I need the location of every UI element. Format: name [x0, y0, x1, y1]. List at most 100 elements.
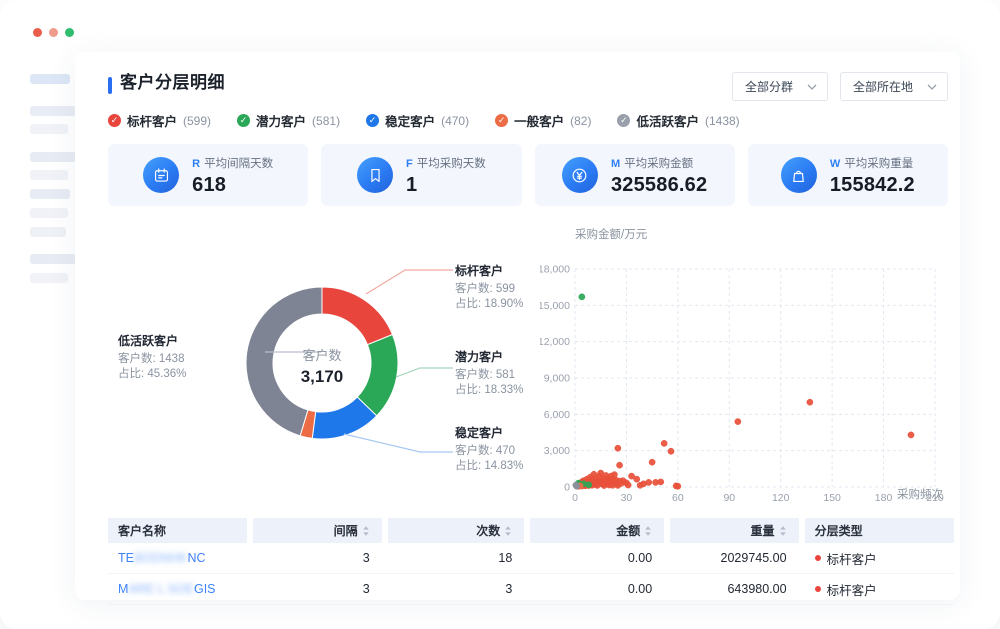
dashboard-panel: 客户分层明细 全部分群 全部所在地 ✓标杆客户(599)✓潜力客户(581)✓稳…	[75, 52, 960, 600]
table-row: TEBODNHKNC3180.002029745.00标杆客户	[108, 543, 954, 574]
scatter-point-标杆客户[interactable]	[661, 440, 667, 446]
maximize-window-icon[interactable]	[65, 28, 74, 37]
x-tick-label: 60	[672, 492, 684, 504]
scatter-point-标杆客户[interactable]	[668, 448, 674, 454]
kpi-label-row: F平均采购天数	[406, 154, 486, 172]
column-header-金额[interactable]: 金额	[530, 518, 664, 543]
minimize-window-icon[interactable]	[49, 28, 58, 37]
kpi-card-1[interactable]: F平均采购天数1	[321, 144, 521, 206]
sidebar-skeleton-item[interactable]	[30, 152, 76, 162]
callout-count: 客户数: 1438	[118, 352, 238, 367]
sort-icon[interactable]	[504, 525, 512, 537]
scatter-point-低活跃客户[interactable]	[573, 482, 579, 488]
sidebar-skeleton-item[interactable]	[30, 74, 70, 84]
scatter-point-标杆客户[interactable]	[616, 462, 622, 468]
sidebar-skeleton-item[interactable]	[30, 227, 66, 237]
name-suffix: NC	[187, 551, 205, 565]
scatter-point-标杆客户[interactable]	[611, 472, 617, 478]
scatter-point-标杆客户[interactable]	[649, 459, 655, 465]
column-header-label: 次数	[476, 522, 500, 539]
cell-重量: 2029745.00	[670, 543, 798, 573]
kpi-card-0[interactable]: R平均间隔天数618	[108, 144, 308, 206]
scatter-point-标杆客户[interactable]	[625, 482, 631, 488]
column-header-间隔[interactable]: 间隔	[253, 518, 381, 543]
legend-item-4[interactable]: ✓低活跃客户(1438)	[617, 111, 739, 130]
scatter-chart[interactable]: 030609012015018021003,0006,0009,00012,00…	[540, 242, 960, 512]
x-tick-label: 90	[723, 492, 735, 504]
x-tick-label: 30	[621, 492, 633, 504]
sidebar-skeleton-item[interactable]	[30, 189, 70, 199]
kpi-card-3[interactable]: W平均采购重量155842.2	[748, 144, 948, 206]
y-tick-label: 12,000	[540, 336, 570, 348]
kpi-cards: R平均间隔天数618 F平均采购天数1 M平均采购金额325586.62 W平均采购重…	[108, 144, 948, 206]
scatter-point-潜力客户[interactable]	[586, 482, 592, 488]
legend-item-2[interactable]: ✓稳定客户(470)	[366, 111, 469, 130]
segment-dot-icon	[815, 586, 821, 592]
kpi-text: M平均采购金额325586.62	[611, 154, 707, 197]
scatter-point-标杆客户[interactable]	[735, 419, 741, 425]
x-tick-label: 180	[875, 492, 893, 504]
cell-分层类型: 标杆客户	[805, 574, 954, 604]
kpi-value: 155842.2	[830, 174, 915, 197]
cell-次数: 18	[388, 543, 525, 573]
legend-count: (581)	[312, 114, 340, 128]
donut-callout-低活跃客户: 低活跃客户客户数: 1438占比: 45.36%	[118, 332, 238, 382]
legend-label: 潜力客户	[256, 111, 306, 130]
customer-name-link[interactable]: MARE L SOEGIS	[118, 582, 216, 596]
bookmark-icon	[357, 157, 393, 193]
scatter-point-标杆客户[interactable]	[640, 481, 646, 487]
kpi-text: F平均采购天数1	[406, 154, 486, 197]
legend-count: (1438)	[705, 114, 740, 128]
group-filter-label: 全部分群	[745, 78, 793, 95]
sidebar-skeleton-item[interactable]	[30, 106, 76, 116]
kpi-value: 325586.62	[611, 174, 707, 197]
kpi-text: R平均间隔天数618	[192, 154, 273, 197]
customer-name-link[interactable]: TEBODNHKNC	[118, 551, 206, 565]
y-tick-label: 9,000	[544, 373, 570, 385]
sort-icon[interactable]	[644, 525, 652, 537]
legend-item-3[interactable]: ✓一般客户(82)	[495, 111, 591, 130]
sort-icon[interactable]	[362, 525, 370, 537]
name-prefix: M	[118, 582, 128, 596]
scatter-point-潜力客户[interactable]	[579, 294, 585, 300]
scatter-point-标杆客户[interactable]	[615, 445, 621, 451]
legend-item-1[interactable]: ✓ 潜力客户 (581)	[237, 111, 340, 130]
column-header-分层类型: 分层类型	[805, 518, 954, 543]
column-header-次数[interactable]: 次数	[388, 518, 525, 543]
column-header-客户名称: 客户名称	[108, 518, 247, 543]
kpi-prefix: W	[830, 158, 840, 170]
x-tick-label: 0	[572, 492, 578, 504]
check-circle-icon: ✓	[237, 114, 250, 127]
sort-icon[interactable]	[779, 525, 787, 537]
column-header-重量[interactable]: 重量	[670, 518, 798, 543]
location-filter-dropdown[interactable]: 全部所在地	[840, 72, 948, 101]
scatter-point-标杆客户[interactable]	[658, 479, 664, 485]
kpi-card-2[interactable]: M平均采购金额325586.62	[535, 144, 735, 206]
donut-slice-标杆客户[interactable]	[322, 287, 392, 345]
sidebar-skeleton-item[interactable]	[30, 273, 68, 283]
legend-item-0[interactable]: ✓标杆客户(599)	[108, 111, 211, 130]
group-filter-dropdown[interactable]: 全部分群	[732, 72, 828, 101]
scatter-point-标杆客户[interactable]	[908, 432, 914, 438]
check-circle-icon: ✓	[495, 114, 508, 127]
name-prefix: TE	[118, 551, 134, 565]
scatter-point-标杆客户[interactable]	[634, 476, 640, 482]
chevron-down-icon	[807, 84, 817, 90]
sidebar-skeleton-item[interactable]	[30, 124, 68, 134]
scatter-point-标杆客户[interactable]	[618, 480, 624, 486]
scatter-point-标杆客户[interactable]	[807, 399, 813, 405]
close-window-icon[interactable]	[33, 28, 42, 37]
kpi-text: W平均采购重量155842.2	[830, 154, 915, 197]
scatter-point-标杆客户[interactable]	[673, 483, 679, 489]
sidebar-skeleton-item[interactable]	[30, 254, 76, 264]
cell-间隔: 3	[253, 543, 381, 573]
check-circle-icon: ✓	[108, 114, 121, 127]
segment-type-label: 标杆客户	[827, 580, 877, 599]
coin-icon	[562, 157, 598, 193]
legend-label: 标杆客户	[127, 111, 177, 130]
table-body: TEBODNHKNC3180.002029745.00标杆客户MARE L SO…	[108, 543, 954, 605]
cell-客户名称: TEBODNHKNC	[108, 543, 247, 573]
sidebar-skeleton-item[interactable]	[30, 208, 68, 218]
y-tick-label: 18,000	[540, 264, 570, 276]
sidebar-skeleton-item[interactable]	[30, 170, 68, 180]
